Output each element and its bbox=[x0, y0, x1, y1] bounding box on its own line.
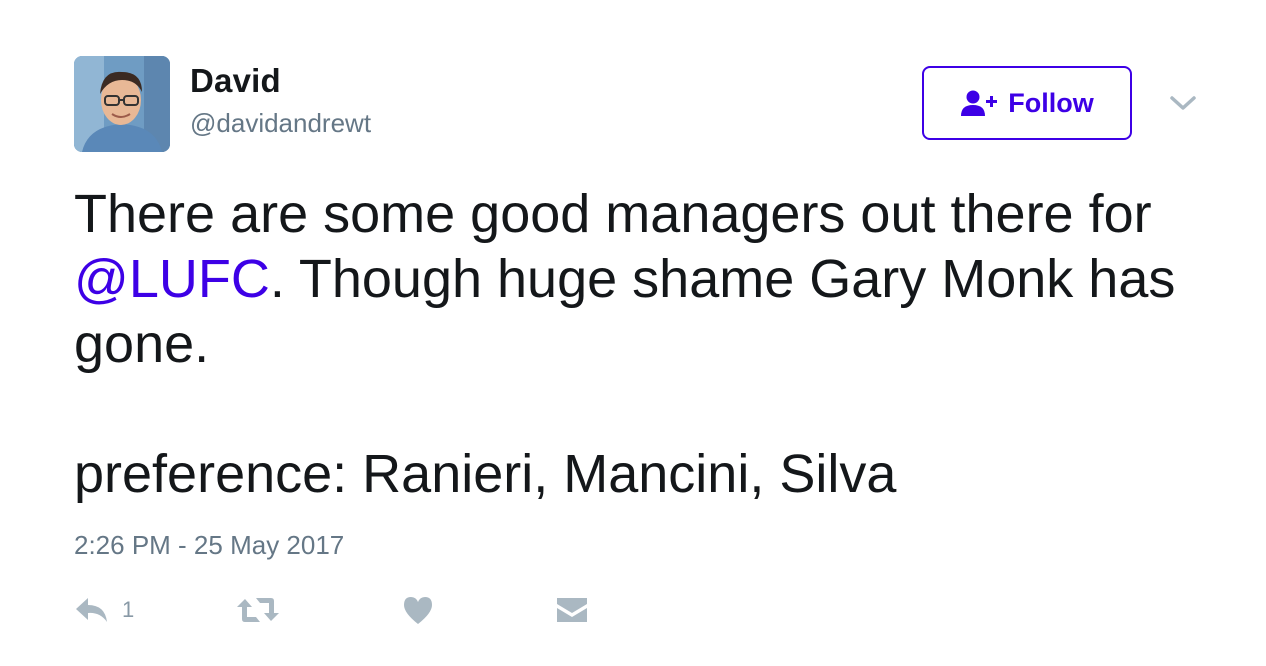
message-button[interactable] bbox=[556, 588, 588, 632]
retweet-button[interactable] bbox=[236, 588, 280, 632]
avatar[interactable] bbox=[74, 56, 170, 152]
chevron-down-icon[interactable] bbox=[1168, 88, 1198, 118]
tweet-line-3: preference: Ranieri, Mancini, Silva bbox=[74, 444, 897, 504]
mention-link[interactable]: @LUFC bbox=[74, 249, 270, 309]
follow-button-label: Follow bbox=[1008, 87, 1094, 118]
message-icon bbox=[557, 598, 587, 622]
follow-button[interactable]: Follow bbox=[922, 66, 1132, 140]
like-button[interactable] bbox=[402, 588, 434, 632]
display-name[interactable]: David bbox=[190, 62, 281, 100]
retweet-icon bbox=[237, 598, 279, 622]
user-handle[interactable]: @davidandrewt bbox=[190, 108, 371, 139]
like-icon bbox=[404, 597, 432, 624]
reply-button[interactable]: 1 bbox=[74, 588, 134, 632]
avatar-image bbox=[74, 56, 170, 152]
tweet-line-1: There are some good managers out there f… bbox=[74, 184, 1152, 244]
reply-icon bbox=[76, 598, 107, 622]
tweet-text: There are some good managers out there f… bbox=[74, 182, 1194, 507]
add-user-icon bbox=[961, 90, 998, 116]
tweet-timestamp[interactable]: 2:26 PM - 25 May 2017 bbox=[74, 530, 344, 561]
reply-count: 1 bbox=[122, 597, 135, 622]
